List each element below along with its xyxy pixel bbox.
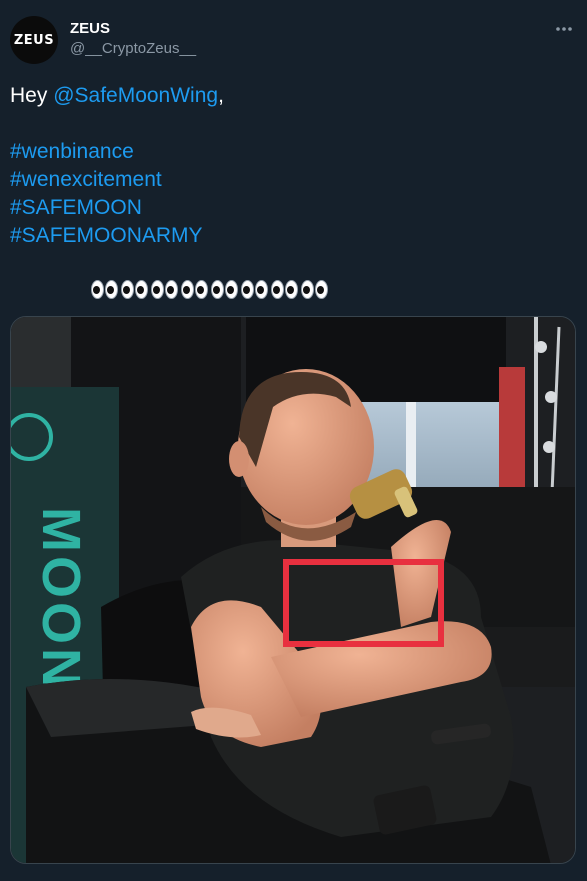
eye-icon <box>271 280 284 299</box>
eye-icon <box>285 280 298 299</box>
eyes-emoji-row <box>91 280 328 299</box>
greeting-suffix: , <box>218 84 224 107</box>
avatar[interactable]: ZEUS <box>10 16 58 64</box>
eyes-emoji-icon <box>151 280 178 299</box>
greeting-line: Hey @SafeMoonWing, <box>10 82 224 110</box>
tweet-text: Hey @SafeMoonWing, #wenbinance #wenexcit… <box>10 82 224 250</box>
eye-icon <box>301 280 314 299</box>
banner-text: MOON <box>31 507 91 691</box>
eyes-emoji-icon <box>211 280 238 299</box>
eye-icon <box>241 280 254 299</box>
more-options-icon[interactable] <box>553 18 575 40</box>
eye-icon <box>151 280 164 299</box>
eye-icon <box>315 280 328 299</box>
eyes-emoji-icon <box>181 280 208 299</box>
eye-icon <box>211 280 224 299</box>
eye-icon <box>91 280 104 299</box>
eye-icon <box>121 280 134 299</box>
photo-illustration: MOON <box>11 317 575 863</box>
author-name[interactable]: ZEUS <box>70 20 110 37</box>
eye-icon <box>181 280 194 299</box>
eye-icon <box>165 280 178 299</box>
avatar-logo-text: ZEUS <box>13 32 55 48</box>
eyes-emoji-icon <box>301 280 328 299</box>
eye-icon <box>105 280 118 299</box>
tweet-photo[interactable]: MOON <box>10 316 576 864</box>
eyes-emoji-icon <box>241 280 268 299</box>
tweet: ZEUS ZEUS @__CryptoZeus__ Hey @SafeMoonW… <box>0 0 587 881</box>
eyes-emoji-icon <box>271 280 298 299</box>
eyes-emoji-icon <box>121 280 148 299</box>
eye-icon <box>135 280 148 299</box>
greeting-prefix: Hey <box>10 84 54 107</box>
eyes-emoji-icon <box>91 280 118 299</box>
hashtag-link[interactable]: #SAFEMOON <box>10 194 224 222</box>
hashtag-link[interactable]: #SAFEMOONARMY <box>10 222 224 250</box>
hashtag-link[interactable]: #wenbinance <box>10 138 224 166</box>
author-handle[interactable]: @__CryptoZeus__ <box>70 40 196 57</box>
hashtag-link[interactable]: #wenexcitement <box>10 166 224 194</box>
eye-icon <box>195 280 208 299</box>
eye-icon <box>255 280 268 299</box>
mention-link[interactable]: @SafeMoonWing <box>53 84 218 107</box>
eye-icon <box>225 280 238 299</box>
